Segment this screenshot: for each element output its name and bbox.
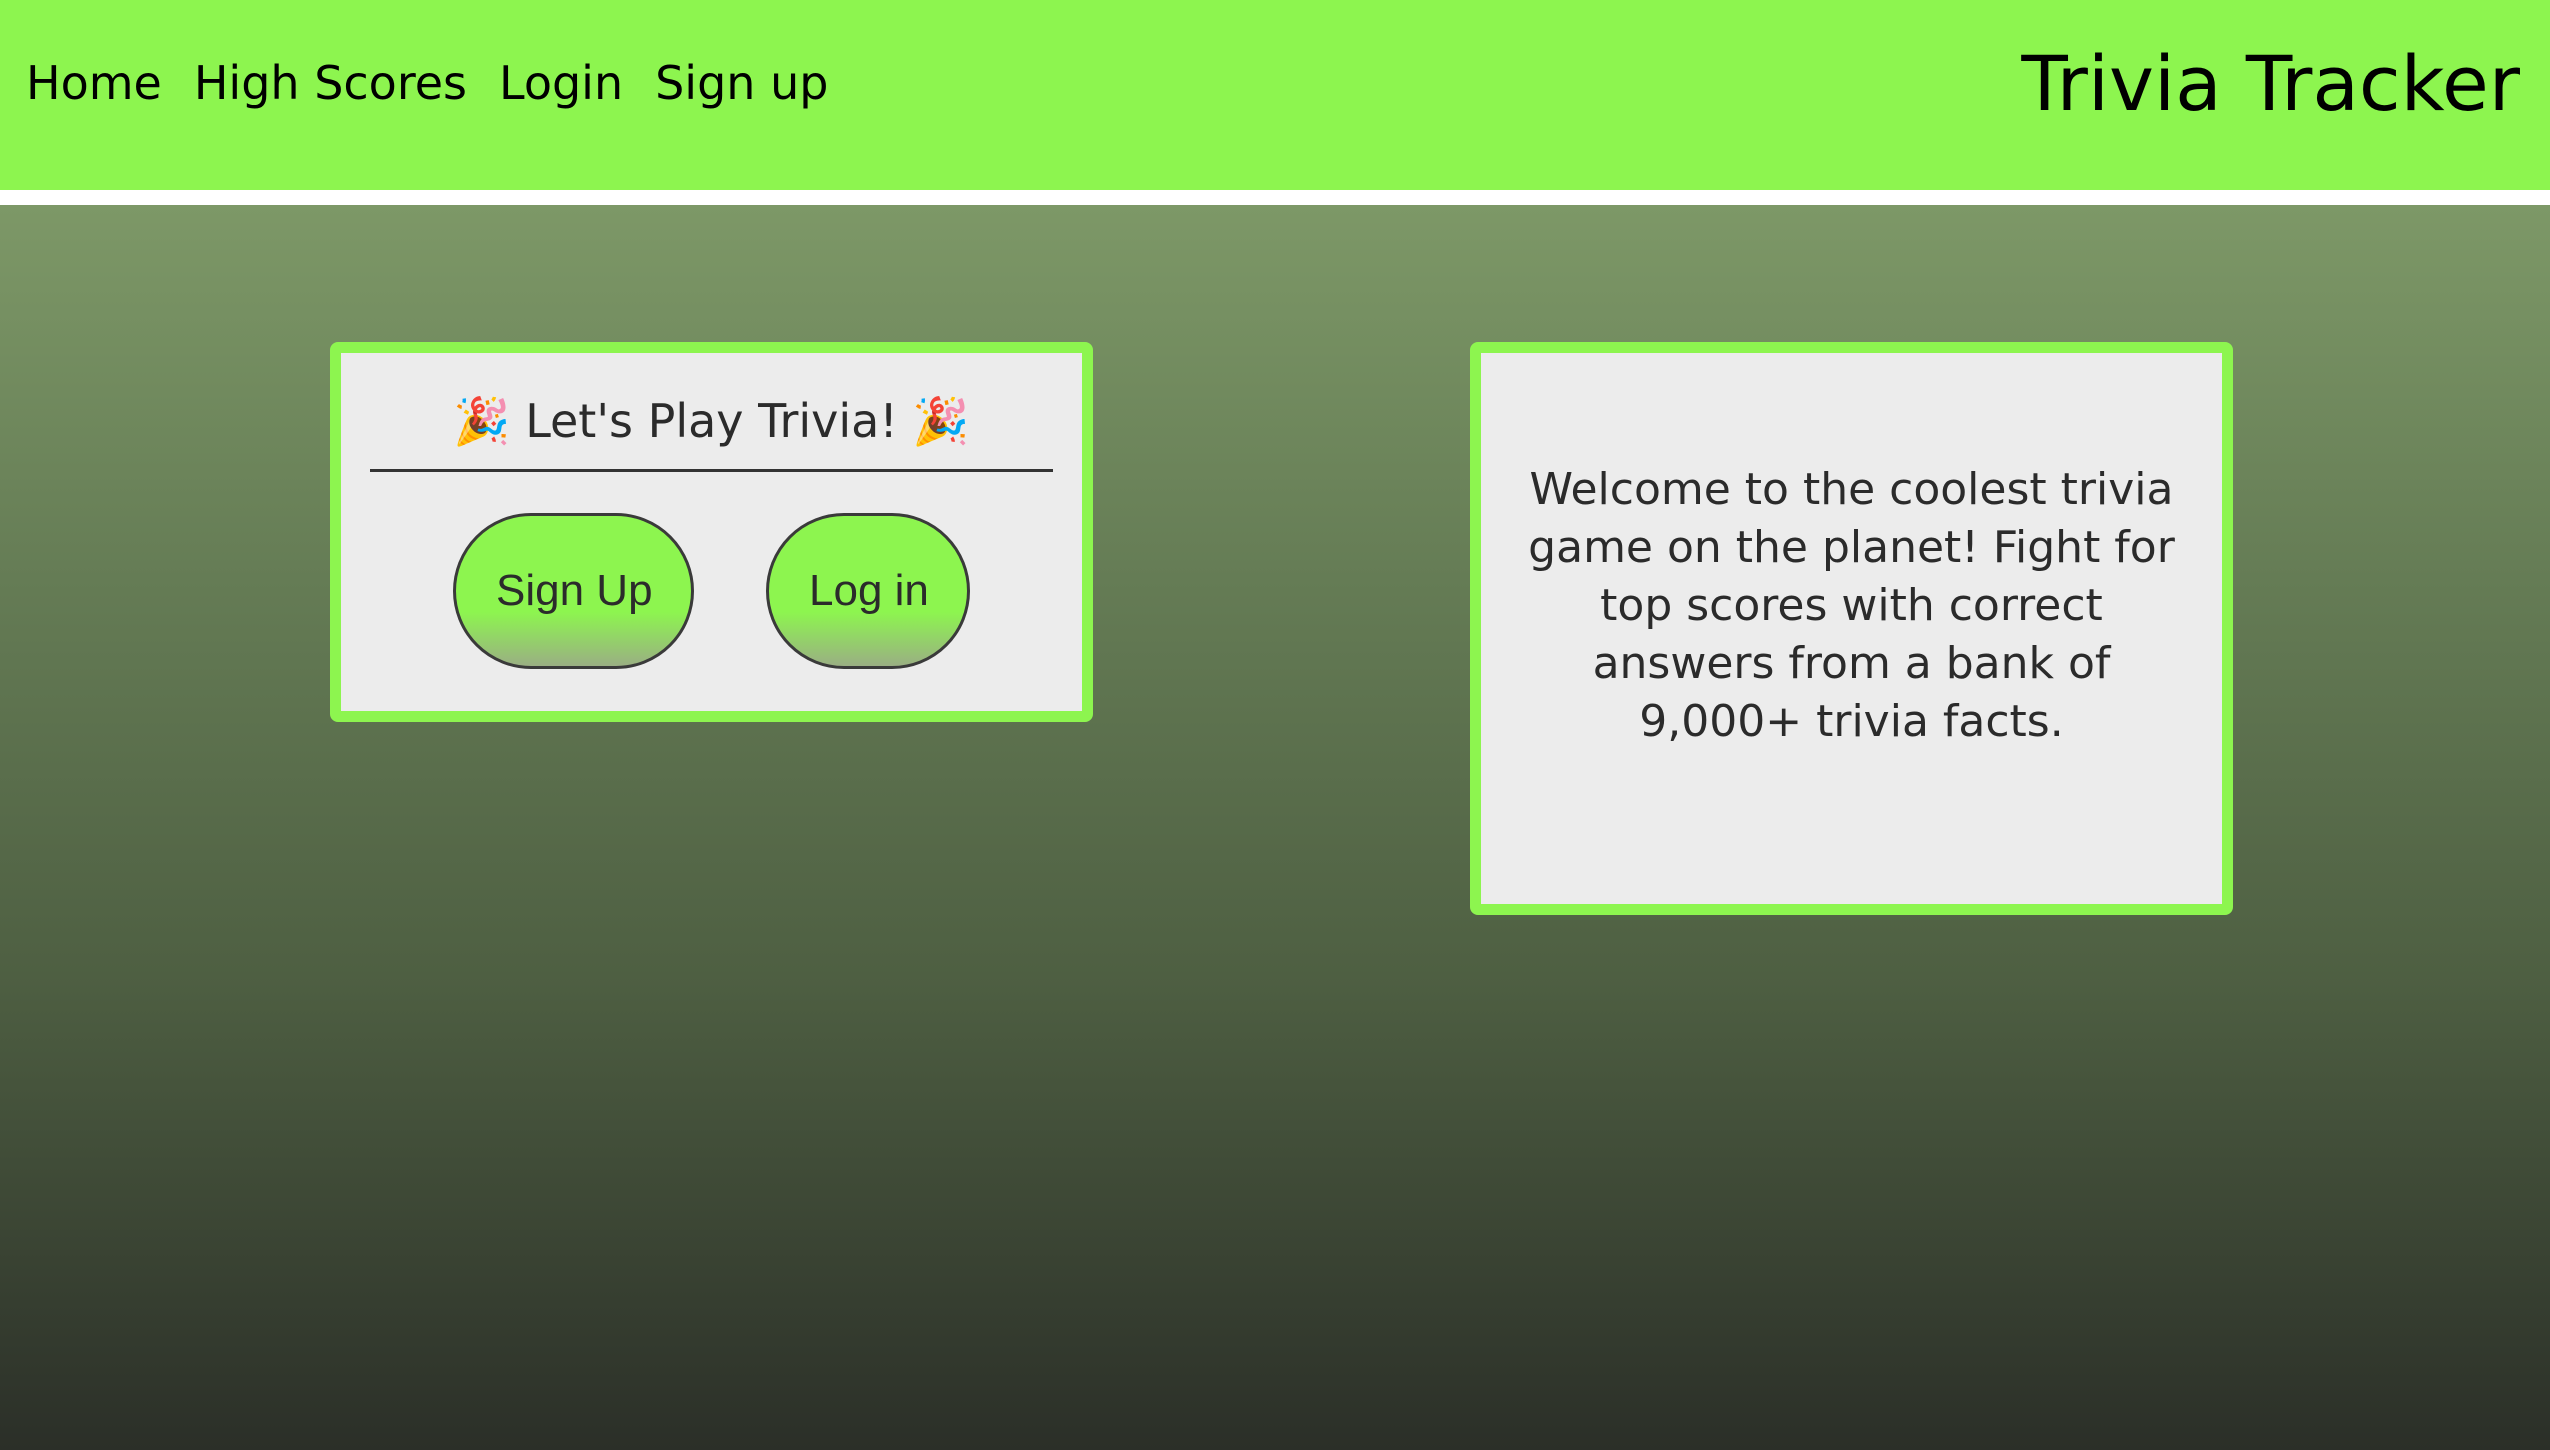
nav-link-sign-up[interactable]: Sign up	[655, 48, 828, 118]
top-navbar: Home High Scores Login Sign up Trivia Tr…	[0, 0, 2550, 190]
nav-link-login[interactable]: Login	[499, 48, 623, 118]
log-in-button[interactable]: Log in	[766, 513, 970, 669]
main-content: 🎉 Let's Play Trivia! 🎉 Sign Up Log in Wel…	[0, 205, 2550, 1450]
site-title: Trivia Tracker	[2021, 39, 2520, 128]
play-card-title: Let's Play Trivia!	[525, 394, 898, 448]
auth-button-row: Sign Up Log in	[341, 513, 1082, 669]
welcome-card: Welcome to the coolest trivia game on th…	[1470, 342, 2233, 915]
nav-link-high-scores[interactable]: High Scores	[194, 48, 467, 118]
party-popper-icon: 🎉	[912, 394, 970, 448]
play-trivia-card: 🎉 Let's Play Trivia! 🎉 Sign Up Log in	[330, 342, 1093, 722]
party-popper-icon: 🎉	[453, 394, 511, 448]
main-nav: Home High Scores Login Sign up	[26, 48, 828, 118]
play-card-heading: 🎉 Let's Play Trivia! 🎉	[341, 353, 1082, 451]
heading-divider	[370, 469, 1053, 472]
nav-link-home[interactable]: Home	[26, 48, 162, 118]
welcome-message: Welcome to the coolest trivia game on th…	[1528, 464, 2175, 747]
sign-up-button[interactable]: Sign Up	[453, 513, 694, 669]
